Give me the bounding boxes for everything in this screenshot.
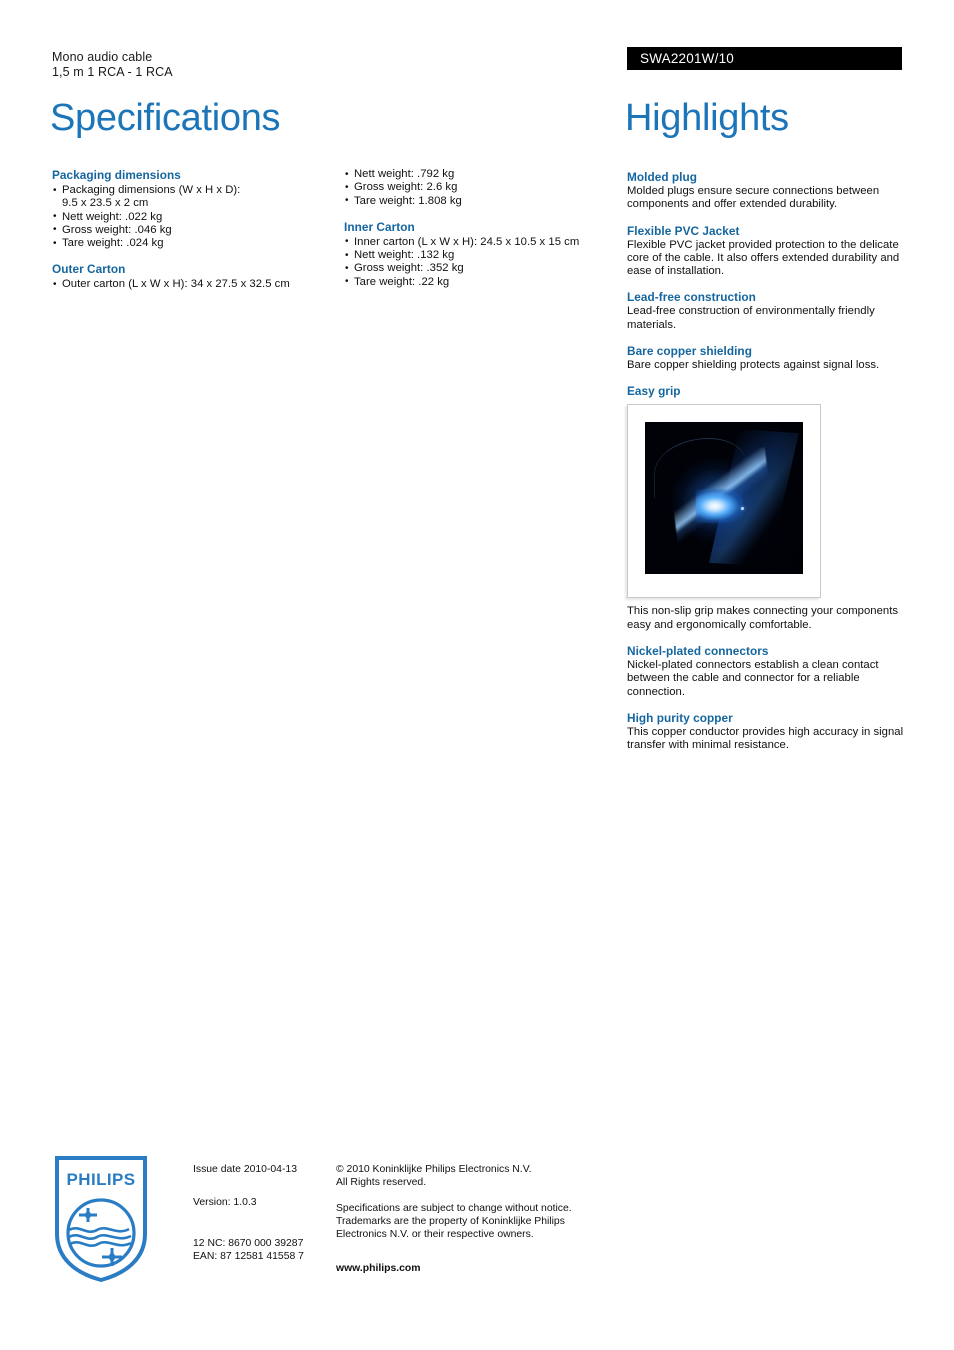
highlight-lead-free-construction: Lead-free construction Lead-free constru… [627, 290, 905, 332]
spec-group-heading: Outer Carton [52, 262, 126, 277]
footer-meta-column: Issue date 2010-04-13 Version: 1.0.3 12 … [193, 1163, 333, 1263]
footer-legal-column: © 2010 Koninklijke Philips Electronics N… [336, 1163, 606, 1275]
highlight-body: Flexible PVC jacket provided protection … [627, 238, 900, 278]
highlight-title: Lead-free construction [627, 290, 756, 305]
philips-shield-icon: PHILIPS [55, 1156, 147, 1283]
spec-list-item: Inner carton (L x W x H): 24.5 x 10.5 x … [344, 235, 604, 249]
model-number-badge: SWA2201W/10 [627, 47, 902, 70]
highlight-high-purity-copper: High purity copper This copper conductor… [627, 711, 905, 753]
specifications-column-2: Nett weight: .792 kg Gross weight: 2.6 k… [344, 167, 604, 289]
spec-list-item: Gross weight: .352 kg [344, 262, 604, 276]
highlight-body: This non-slip grip makes connecting your… [627, 605, 899, 631]
highlight-nickel-plated-connectors: Nickel-plated connectors Nickel-plated c… [627, 644, 905, 699]
highlight-title: Bare copper shielding [627, 344, 752, 359]
legal-disclaimer: Specifications are subject to change wit… [336, 1203, 572, 1240]
spec-list-item: Outer carton (L x W x H): 34 x 27.5 x 32… [52, 278, 337, 292]
spec-list-item: Tare weight: .024 kg [52, 237, 337, 251]
highlight-body: Nickel-plated connectors establish a cle… [627, 658, 879, 698]
product-image-frame [627, 404, 821, 599]
spec-group-outer-carton-continued: Nett weight: .792 kg Gross weight: 2.6 k… [344, 167, 604, 208]
highlight-flexible-pvc-jacket: Flexible PVC Jacket Flexible PVC jacket … [627, 224, 905, 279]
spec-item-continuation: 9.5 x 23.5 x 2 cm [62, 197, 149, 210]
highlight-title: Nickel-plated connectors [627, 643, 769, 658]
spec-item-text: Packaging dimensions (W x H x D): [62, 184, 241, 196]
highlight-title: High purity copper [627, 710, 733, 725]
specifications-column-1: Packaging dimensions Packaging dimension… [52, 168, 337, 292]
spec-list-item: Nett weight: .792 kg [344, 167, 604, 181]
product-photo [645, 422, 803, 575]
highlight-molded-plug: Molded plug Molded plugs ensure secure c… [627, 170, 905, 212]
philips-wordmark: PHILIPS [67, 1170, 136, 1189]
highlight-body: Lead-free construction of environmentall… [627, 305, 875, 331]
spec-group-heading: Packaging dimensions [52, 168, 181, 182]
highlight-title: Molded plug [627, 170, 698, 184]
spec-list-item: Nett weight: .132 kg [344, 249, 604, 263]
philips-logo: PHILIPS [55, 1156, 147, 1283]
highlight-title: Easy grip [627, 384, 681, 399]
spec-list-item: Packaging dimensions (W x H x D): 9.5 x … [52, 184, 337, 211]
spec-group-heading: Inner Carton [344, 219, 415, 234]
spec-list-item: Tare weight: 1.808 kg [344, 194, 604, 208]
nc-code: 12 NC: 8670 000 39287 [193, 1238, 304, 1249]
spec-list-item: Gross weight: .046 kg [52, 223, 337, 237]
ean-code: EAN: 87 12581 41558 7 [193, 1251, 304, 1262]
spec-list-item: Gross weight: 2.6 kg [344, 181, 604, 195]
page-title-specifications: Specifications [50, 97, 281, 139]
copyright-line-1: © 2010 Koninklijke Philips Electronics N… [336, 1164, 532, 1175]
version: Version: 1.0.3 [193, 1197, 257, 1208]
product-subtitle: 1,5 m 1 RCA - 1 RCA [52, 65, 173, 79]
spec-list-item: Tare weight: .22 kg [344, 275, 604, 289]
page-title-highlights: Highlights [625, 97, 789, 139]
spec-list-item: Nett weight: .022 kg [52, 210, 337, 224]
product-name-block: Mono audio cable 1,5 m 1 RCA - 1 RCA [52, 50, 173, 80]
copyright-line-2: All Rights reserved. [336, 1177, 427, 1188]
spec-group-inner-carton: Inner Carton Inner carton (L x W x H): 2… [344, 220, 604, 289]
issue-date: Issue date 2010-04-13 [193, 1164, 297, 1175]
website-link[interactable]: www.philips.com [336, 1262, 606, 1275]
spec-group-outer-carton: Outer Carton Outer carton (L x W x H): 3… [52, 262, 337, 291]
highlights-column: Molded plug Molded plugs ensure secure c… [627, 170, 905, 764]
highlight-body: Molded plugs ensure secure connections b… [627, 185, 880, 211]
highlight-body: This copper conductor provides high accu… [627, 725, 904, 752]
product-name: Mono audio cable [52, 50, 153, 64]
spec-group-packaging-dimensions: Packaging dimensions Packaging dimension… [52, 168, 337, 250]
highlight-title: Flexible PVC Jacket [627, 223, 740, 238]
highlight-bare-copper-shielding: Bare copper shielding Bare copper shield… [627, 344, 905, 372]
photo-vignette [645, 422, 803, 575]
highlight-body: Bare copper shielding protects against s… [627, 359, 880, 372]
highlight-easy-grip: Easy grip This non-slip grip makes conne… [627, 384, 905, 632]
